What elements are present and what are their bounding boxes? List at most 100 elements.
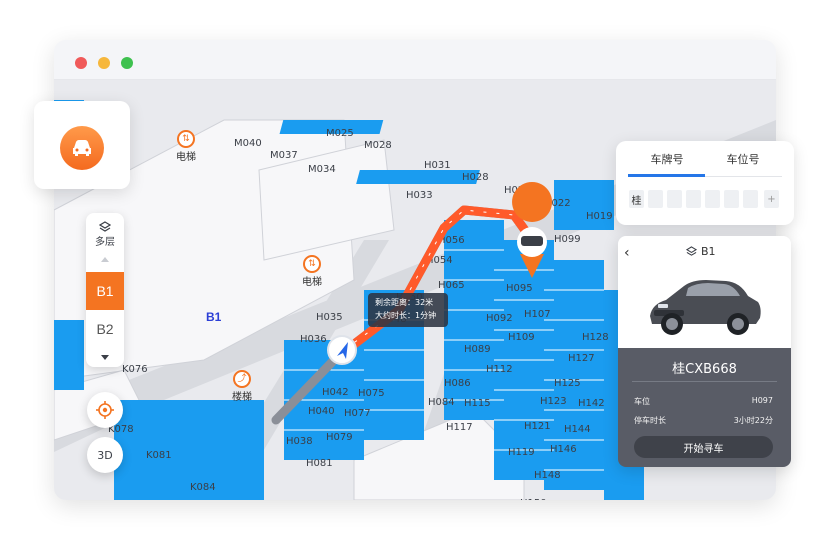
vehicle-detail-info: 桂CXB668 车位 H097 停车时长 3小时22分 开始寻车 (618, 348, 791, 467)
crosshair-icon (96, 401, 114, 419)
svg-text:M025: M025 (326, 128, 354, 139)
elevator-icon: ⇅ (177, 130, 195, 148)
svg-text:H150: H150 (520, 498, 547, 500)
svg-text:H146: H146 (550, 444, 577, 455)
svg-text:M040: M040 (234, 138, 262, 149)
svg-text:H081: H081 (306, 458, 333, 469)
svg-text:H125: H125 (554, 378, 581, 389)
info-divider (632, 381, 777, 382)
tab-divider (705, 176, 782, 177)
svg-text:H036: H036 (300, 334, 327, 345)
svg-text:H127: H127 (568, 353, 595, 364)
svg-text:H086: H086 (444, 378, 471, 389)
back-icon[interactable]: ‹ (624, 245, 630, 261)
layers-toggle[interactable]: 多层 (86, 213, 124, 253)
svg-text:H112: H112 (486, 364, 513, 375)
svg-text:H107: H107 (524, 309, 551, 320)
plate-char-cell[interactable] (705, 190, 720, 208)
car-icon (60, 126, 104, 170)
svg-text:H019: H019 (586, 211, 613, 222)
plate-number: 桂CXB668 (672, 362, 737, 377)
svg-text:H042: H042 (322, 387, 349, 398)
tab-plate-number[interactable]: 车牌号 (632, 151, 702, 167)
duration-label: 停车时长 (634, 416, 666, 425)
svg-text:H028: H028 (462, 172, 489, 183)
car-image (650, 280, 761, 335)
svg-text:H075: H075 (358, 388, 385, 399)
svg-text:H092: H092 (486, 313, 513, 324)
elevator-icon: ⇅ (303, 255, 321, 273)
floor-switch[interactable]: 多层 B1 B2 (86, 213, 124, 367)
plate-province-cell[interactable]: 桂 (629, 190, 644, 208)
route-info-tooltip: 剩余距离：32米 大约时长：1分钟 (368, 293, 448, 327)
svg-text:H033: H033 (406, 190, 433, 201)
elevator-label: 电梯 (302, 277, 322, 288)
layers-icon (686, 246, 697, 256)
search-card: 车牌号 车位号 桂 + (616, 141, 794, 225)
plate-add-button[interactable]: + (764, 190, 779, 208)
vehicle-detail-header: ‹ B1 (618, 236, 791, 348)
current-location-marker (327, 335, 357, 365)
plate-char-cell[interactable] (648, 190, 663, 208)
svg-text:H099: H099 (554, 234, 581, 245)
svg-text:H089: H089 (464, 344, 491, 355)
svg-text:H065: H065 (438, 280, 465, 291)
maximize-window-button[interactable] (121, 57, 133, 69)
svg-text:H121: H121 (524, 421, 551, 432)
svg-text:M037: M037 (270, 150, 298, 161)
svg-text:H038: H038 (286, 436, 313, 447)
svg-text:H035: H035 (316, 312, 343, 323)
svg-text:H128: H128 (582, 332, 609, 343)
svg-text:H031: H031 (424, 160, 451, 171)
svg-text:H040: H040 (308, 406, 335, 417)
estimated-duration: 大约时长：1分钟 (375, 311, 437, 320)
svg-text:K081: K081 (146, 450, 172, 461)
plate-char-cell[interactable] (686, 190, 701, 208)
svg-text:H142: H142 (578, 398, 605, 409)
window-titlebar (54, 40, 776, 80)
svg-text:H144: H144 (564, 424, 591, 435)
svg-text:H084: H084 (428, 397, 455, 408)
slot-value: H097 (751, 396, 773, 405)
svg-text:H117: H117 (446, 422, 473, 433)
svg-text:H119: H119 (508, 447, 535, 458)
escalator-icon: ⤴ (233, 370, 251, 388)
plate-char-cell[interactable] (667, 190, 682, 208)
slot-label: 车位 (634, 397, 650, 406)
locate-button[interactable] (87, 392, 123, 428)
plate-char-cell[interactable] (724, 190, 739, 208)
tab-underline (628, 174, 705, 177)
floor-header: B1 (686, 245, 716, 258)
svg-text:H079: H079 (326, 432, 353, 443)
floor-button-b1[interactable]: B1 (86, 272, 124, 310)
floor-button-b2[interactable]: B2 (86, 310, 124, 348)
svg-text:H109: H109 (508, 332, 535, 343)
svg-text:M028: M028 (364, 140, 392, 151)
svg-text:M034: M034 (308, 164, 336, 175)
svg-text:H077: H077 (344, 408, 371, 419)
poi-escalator[interactable]: ⤴ 楼梯 (222, 370, 262, 403)
floor-header-label: B1 (701, 245, 716, 258)
floor-up-icon[interactable] (101, 257, 109, 262)
layers-label: 多层 (95, 237, 115, 248)
poi-elevator[interactable]: ⇅ 电梯 (166, 130, 206, 163)
svg-text:K084: K084 (190, 482, 216, 493)
svg-text:K076: K076 (122, 364, 148, 375)
vehicle-detail-card: ‹ B1 桂CXB668 车位 H097 停车时长 3小时22分 开始寻车 (618, 236, 791, 467)
start-search-button[interactable]: 开始寻车 (634, 436, 773, 458)
close-window-button[interactable] (75, 57, 87, 69)
svg-text:H115: H115 (464, 398, 491, 409)
layers-icon (98, 218, 112, 232)
app-icon-card[interactable] (34, 101, 130, 189)
floor-down-icon[interactable] (101, 355, 109, 360)
escalator-label: 楼梯 (232, 392, 252, 403)
tab-slot-number[interactable]: 车位号 (708, 151, 778, 167)
minimize-window-button[interactable] (98, 57, 110, 69)
svg-text:H148: H148 (534, 470, 561, 481)
plate-char-cell[interactable] (743, 190, 758, 208)
remaining-distance: 剩余距离：32米 (375, 298, 434, 307)
elevator-label: 电梯 (176, 152, 196, 163)
poi-elevator[interactable]: ⇅ 电梯 (292, 255, 332, 288)
duration-value: 3小时22分 (733, 416, 773, 425)
view-3d-button[interactable]: 3D (87, 437, 123, 473)
